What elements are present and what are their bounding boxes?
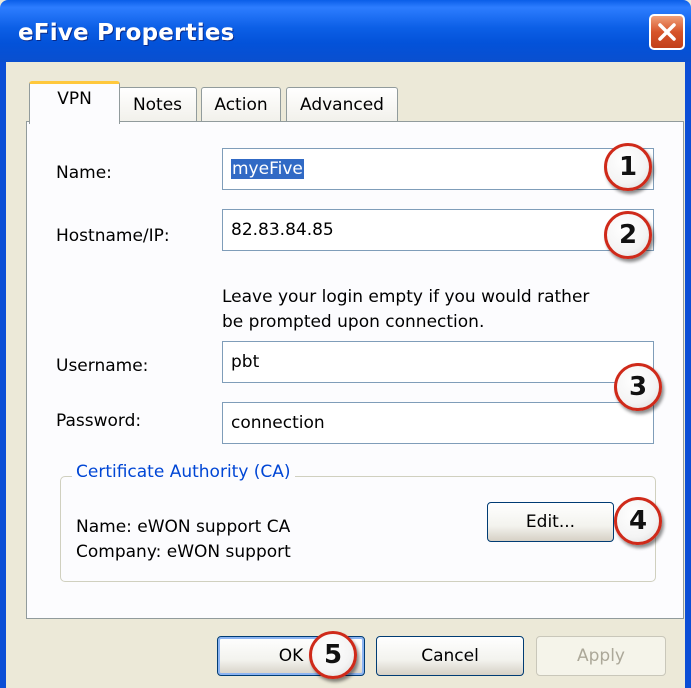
tab-action-label: Action bbox=[214, 95, 268, 115]
certificate-authority-title: Certificate Authority (CA) bbox=[72, 462, 295, 482]
tab-vpn[interactable]: VPN bbox=[29, 81, 120, 124]
callout-3: 3 bbox=[614, 363, 662, 411]
edit-ca-button[interactable]: Edit... bbox=[487, 502, 614, 542]
close-icon bbox=[658, 23, 676, 41]
password-field[interactable]: connection bbox=[222, 402, 654, 444]
tab-notes[interactable]: Notes bbox=[118, 87, 197, 123]
username-label: Username: bbox=[56, 356, 149, 376]
name-field[interactable]: myeFive bbox=[222, 148, 654, 190]
callout-2: 2 bbox=[604, 211, 652, 259]
username-field[interactable]: pbt bbox=[222, 341, 654, 383]
hostname-label: Hostname/IP: bbox=[56, 226, 170, 246]
tab-notes-label: Notes bbox=[132, 95, 183, 115]
username-field-value: pbt bbox=[231, 352, 260, 372]
ok-button-label: OK bbox=[278, 646, 304, 666]
login-note-line-2: be prompted upon connection. bbox=[222, 312, 485, 332]
window-frame-left bbox=[0, 62, 6, 688]
apply-button-label: Apply bbox=[577, 646, 625, 666]
callout-4: 4 bbox=[614, 497, 662, 545]
properties-dialog: eFive Properties VPN Notes Action Advanc… bbox=[0, 0, 691, 688]
login-note-line-1: Leave your login empty if you would rath… bbox=[222, 287, 590, 307]
name-field-value: myeFive bbox=[231, 159, 304, 179]
cancel-button[interactable]: Cancel bbox=[376, 636, 524, 676]
cancel-button-label: Cancel bbox=[421, 646, 479, 666]
ca-company-text: Company: eWON support bbox=[76, 542, 291, 562]
tab-advanced[interactable]: Advanced bbox=[286, 87, 398, 123]
apply-button: Apply bbox=[536, 636, 666, 676]
callout-5: 5 bbox=[309, 631, 357, 679]
title-bar[interactable]: eFive Properties bbox=[0, 0, 691, 62]
ca-name-text: Name: eWON support CA bbox=[76, 517, 291, 537]
password-field-value: connection bbox=[231, 413, 325, 433]
password-label: Password: bbox=[56, 411, 142, 431]
tab-action[interactable]: Action bbox=[201, 87, 281, 123]
close-button[interactable] bbox=[649, 14, 685, 50]
edit-ca-button-label: Edit... bbox=[525, 512, 576, 532]
hostname-field[interactable]: 82.83.84.85 bbox=[222, 209, 654, 251]
name-label: Name: bbox=[56, 163, 112, 183]
callout-1: 1 bbox=[604, 143, 652, 191]
tab-vpn-label: VPN bbox=[57, 89, 92, 109]
window-frame-right bbox=[685, 62, 691, 688]
window-title: eFive Properties bbox=[18, 20, 235, 46]
hostname-field-value: 82.83.84.85 bbox=[231, 220, 334, 240]
tab-advanced-label: Advanced bbox=[300, 95, 384, 115]
